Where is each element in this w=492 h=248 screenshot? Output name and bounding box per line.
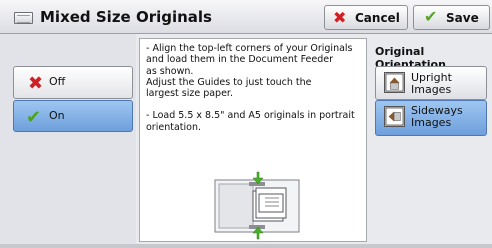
page-title: Mixed Size Originals <box>40 8 212 26</box>
upright-image-icon <box>384 72 405 93</box>
sideways-image-icon <box>384 106 405 127</box>
cancel-label: Cancel <box>355 11 400 25</box>
green-check-icon: ✔ <box>26 107 42 128</box>
title-bar: Mixed Size Originals ✖ Cancel ✔ Save <box>0 0 492 34</box>
document-stack-icon <box>14 12 33 24</box>
mixed-size-option-panel: ✖ Off ✔ On <box>0 34 136 248</box>
off-button[interactable]: ✖ Off <box>13 66 133 99</box>
red-x-icon: ✖ <box>333 8 347 27</box>
upright-images-button[interactable]: Upright Images <box>375 66 487 100</box>
sideways-images-button[interactable]: Sideways Images <box>375 100 487 136</box>
on-button[interactable]: ✔ On <box>13 100 133 132</box>
instruction-load-size: - Load 5.5 x 8.5" and A5 originals in po… <box>146 110 355 133</box>
on-label: On <box>49 109 65 122</box>
save-label: Save <box>446 11 479 25</box>
instructions-text: - Align the top-left corners of your Ori… <box>146 43 364 144</box>
red-x-icon: ✖ <box>28 73 44 94</box>
sideways-images-label: Sideways Images <box>411 104 463 129</box>
upright-images-label: Upright Images <box>411 71 452 96</box>
instruction-align: - Align the top-left corners of your Ori… <box>146 43 353 100</box>
cancel-button[interactable]: ✖ Cancel <box>324 5 408 30</box>
instructions-panel: - Align the top-left corners of your Ori… <box>139 38 367 242</box>
bottom-strip <box>0 244 492 248</box>
save-button[interactable]: ✔ Save <box>413 5 490 30</box>
document-feeder-illustration <box>214 171 300 240</box>
green-check-icon: ✔ <box>424 7 438 26</box>
off-label: Off <box>49 75 66 88</box>
